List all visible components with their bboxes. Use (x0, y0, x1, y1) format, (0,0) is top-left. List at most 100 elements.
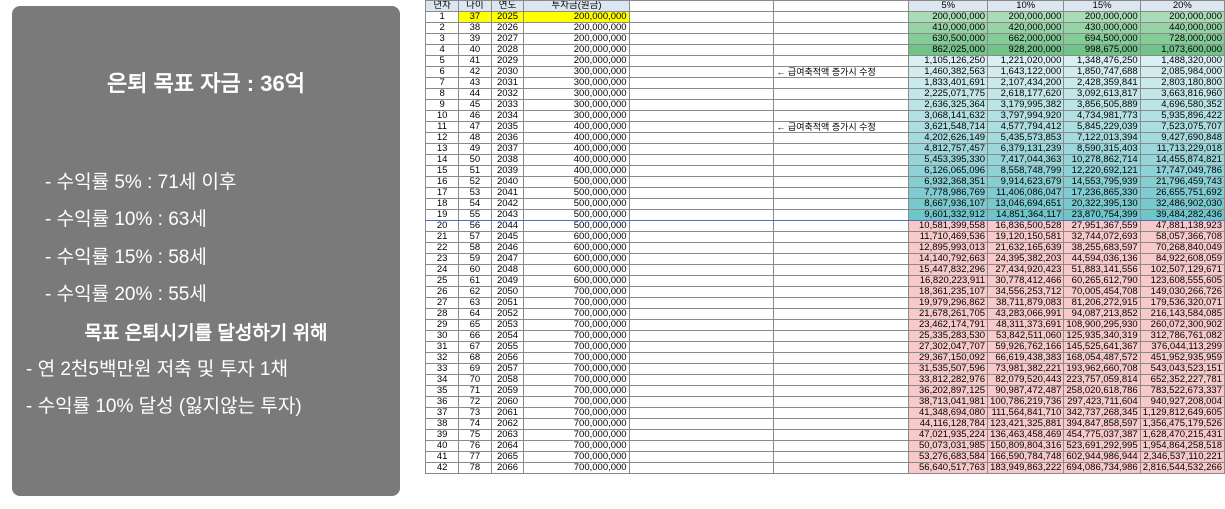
cell-rate-15[interactable]: 394,847,858,597 (1063, 418, 1141, 430)
cell-year-index[interactable]: 3 (425, 33, 460, 45)
cell-rate-15[interactable]: 145,525,641,367 (1063, 341, 1141, 353)
cell-rate-15[interactable]: 70,005,454,708 (1063, 286, 1141, 298)
cell-age[interactable]: 40 (458, 44, 492, 56)
cell-age[interactable]: 49 (458, 143, 492, 155)
cell-age[interactable]: 47 (458, 121, 492, 133)
cell-rate-5[interactable]: 15,447,832,296 (908, 264, 989, 276)
cell-rate-20[interactable]: 312,786,761,082 (1139, 330, 1225, 342)
cell-rate-15[interactable]: 94,087,213,852 (1063, 308, 1141, 320)
cell-rate-10[interactable]: 9,914,623,679 (987, 176, 1065, 188)
cell-age[interactable]: 61 (458, 275, 492, 287)
cell-principal[interactable]: 200,000,000 (523, 22, 630, 34)
cell-rate-15[interactable]: 694,086,734,986 (1063, 462, 1141, 474)
cell-rate-10[interactable]: 48,311,373,691 (987, 319, 1065, 331)
cell-rate-20[interactable]: 2,803,180,800 (1139, 77, 1225, 89)
cell-year[interactable]: 2040 (490, 176, 525, 188)
cell-rate-15[interactable]: 108,900,295,930 (1063, 319, 1141, 331)
cell-rate-20[interactable]: 783,522,673,337 (1139, 385, 1225, 397)
cell-rate-5[interactable]: 25,335,283,530 (908, 330, 989, 342)
cell-year[interactable]: 2054 (490, 330, 525, 342)
cell-year[interactable]: 2052 (490, 308, 525, 320)
cell-principal[interactable]: 300,000,000 (523, 77, 630, 89)
cell-rate-10[interactable]: 928,200,000 (987, 44, 1065, 56)
cell-rate-15[interactable]: 523,691,292,995 (1063, 440, 1141, 452)
cell-rate-5[interactable]: 7,778,986,769 (908, 187, 989, 199)
cell-rate-15[interactable]: 694,500,000 (1063, 33, 1141, 45)
cell-rate-5[interactable]: 27,302,047,707 (908, 341, 989, 353)
cell-rate-10[interactable]: 24,395,382,203 (987, 253, 1065, 265)
cell-year[interactable]: 2049 (490, 275, 525, 287)
cell-rate-10[interactable]: 90,987,472,487 (987, 385, 1065, 397)
cell-year-index[interactable]: 19 (425, 209, 460, 221)
header-year-index[interactable]: 년차 (425, 0, 460, 12)
cell-age[interactable]: 54 (458, 198, 492, 210)
cell-rate-10[interactable]: 43,283,066,991 (987, 308, 1065, 320)
cell-rate-15[interactable]: 23,870,754,399 (1063, 209, 1141, 221)
cell-year[interactable]: 2033 (490, 99, 525, 111)
cell-year-index[interactable]: 2 (425, 22, 460, 34)
cell-rate-15[interactable]: 200,000,000 (1063, 11, 1141, 23)
cell-age[interactable]: 52 (458, 176, 492, 188)
cell-rate-15[interactable]: 258,020,618,786 (1063, 385, 1141, 397)
cell-principal[interactable]: 400,000,000 (523, 132, 630, 144)
cell-principal[interactable]: 700,000,000 (523, 319, 630, 331)
cell-rate-10[interactable]: 8,558,748,799 (987, 165, 1065, 177)
cell-rate-10[interactable]: 21,632,165,639 (987, 242, 1065, 254)
cell-year[interactable]: 2058 (490, 374, 525, 386)
cell-age[interactable]: 64 (458, 308, 492, 320)
cell-rate-10[interactable]: 30,778,412,466 (987, 275, 1065, 287)
cell-rate-5[interactable]: 1,460,382,563 (908, 66, 989, 78)
cell-rate-10[interactable]: 38,711,879,083 (987, 297, 1065, 309)
cell-age[interactable]: 37 (458, 11, 492, 23)
cell-rate-5[interactable]: 3,068,141,632 (908, 110, 989, 122)
header-year[interactable]: 연도 (490, 0, 525, 12)
cell-age[interactable]: 59 (458, 253, 492, 265)
cell-rate-10[interactable]: 53,842,511,060 (987, 330, 1065, 342)
cell-rate-20[interactable]: 47,881,138,923 (1139, 220, 1225, 232)
cell-year-index[interactable]: 20 (425, 220, 460, 232)
header-rate-5[interactable]: 5% (908, 0, 989, 12)
cell-year-index[interactable]: 17 (425, 187, 460, 199)
cell-age[interactable]: 76 (458, 440, 492, 452)
cell-rate-20[interactable]: 179,536,320,071 (1139, 297, 1225, 309)
cell-rate-20[interactable]: 3,663,816,960 (1139, 88, 1225, 100)
cell-rate-15[interactable]: 51,883,141,556 (1063, 264, 1141, 276)
cell-rate-20[interactable]: 440,000,000 (1139, 22, 1225, 34)
cell-rate-20[interactable]: 543,043,523,151 (1139, 363, 1225, 375)
cell-rate-5[interactable]: 2,636,325,364 (908, 99, 989, 111)
cell-age[interactable]: 39 (458, 33, 492, 45)
cell-rate-15[interactable]: 125,935,340,319 (1063, 330, 1141, 342)
cell-rate-5[interactable]: 14,140,792,663 (908, 253, 989, 265)
cell-rate-10[interactable]: 183,949,863,222 (987, 462, 1065, 474)
cell-rate-5[interactable]: 38,713,041,981 (908, 396, 989, 408)
cell-year[interactable]: 2046 (490, 242, 525, 254)
cell-rate-15[interactable]: 430,000,000 (1063, 22, 1141, 34)
cell-year-index[interactable]: 28 (425, 308, 460, 320)
cell-year[interactable]: 2044 (490, 220, 525, 232)
cell-rate-15[interactable]: 223,757,059,814 (1063, 374, 1141, 386)
cell-rate-15[interactable]: 2,428,359,841 (1063, 77, 1141, 89)
cell-age[interactable]: 67 (458, 341, 492, 353)
cell-year[interactable]: 2048 (490, 264, 525, 276)
cell-year-index[interactable]: 8 (425, 88, 460, 100)
cell-rate-10[interactable]: 16,836,500,528 (987, 220, 1065, 232)
cell-rate-20[interactable]: 1,628,470,215,431 (1139, 429, 1225, 441)
cell-rate-10[interactable]: 166,590,784,748 (987, 451, 1065, 463)
cell-rate-15[interactable]: 12,220,692,121 (1063, 165, 1141, 177)
cell-age[interactable]: 46 (458, 110, 492, 122)
cell-age[interactable]: 57 (458, 231, 492, 243)
cell-rate-10[interactable]: 34,556,253,712 (987, 286, 1065, 298)
header-age[interactable]: 나이 (458, 0, 492, 12)
cell-rate-15[interactable]: 1,348,476,250 (1063, 55, 1141, 67)
cell-rate-10[interactable]: 73,981,382,221 (987, 363, 1065, 375)
cell-rate-20[interactable]: 123,608,555,605 (1139, 275, 1225, 287)
cell-rate-5[interactable]: 16,820,223,911 (908, 275, 989, 287)
cell-rate-20[interactable]: 14,455,874,821 (1139, 154, 1225, 166)
cell-rate-15[interactable]: 3,856,505,889 (1063, 99, 1141, 111)
cell-year[interactable]: 2045 (490, 231, 525, 243)
cell-rate-20[interactable]: 1,488,320,000 (1139, 55, 1225, 67)
cell-principal[interactable]: 300,000,000 (523, 99, 630, 111)
cell-rate-20[interactable]: 260,072,300,902 (1139, 319, 1225, 331)
cell-year[interactable]: 2036 (490, 132, 525, 144)
cell-rate-5[interactable]: 630,500,000 (908, 33, 989, 45)
